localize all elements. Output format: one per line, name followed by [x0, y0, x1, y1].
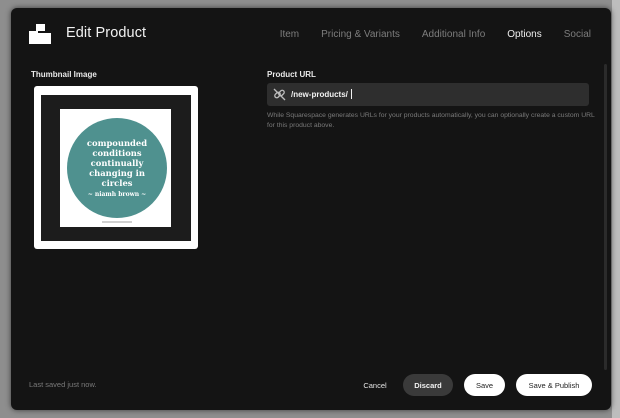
edit-product-dialog: Edit Product Item Pricing & Variants Add…: [11, 8, 611, 410]
cancel-button[interactable]: Cancel: [358, 374, 392, 396]
badge-author: ~ niamh brown ~: [87, 191, 147, 198]
product-url-label: Product URL: [267, 70, 316, 79]
dialog-header: Edit Product Item Pricing & Variants Add…: [11, 8, 611, 63]
tab-social[interactable]: Social: [564, 29, 591, 45]
product-url-help: While Squarespace generates URLs for you…: [267, 112, 595, 129]
thumbnail-label: Thumbnail Image: [31, 70, 97, 79]
dialog-title: Edit Product: [66, 25, 147, 41]
url-text: /new-products/: [291, 90, 348, 99]
tab-item[interactable]: Item: [280, 29, 299, 45]
badge-text-line: compounded: [86, 138, 148, 148]
discard-button[interactable]: Discard: [403, 374, 453, 396]
tab-bar: Item Pricing & Variants Additional Info …: [258, 29, 611, 45]
save-button[interactable]: Save: [464, 374, 505, 396]
thumbnail-image[interactable]: compounded conditions continually changi…: [34, 86, 198, 249]
badge-text-line: continually: [90, 158, 144, 168]
save-status: Last saved just now.: [29, 380, 97, 389]
tab-additional-info[interactable]: Additional Info: [422, 29, 485, 45]
text-caret: [350, 89, 352, 99]
card-footer-mark: [102, 221, 132, 223]
link-icon: [273, 88, 286, 101]
tab-pricing-variants[interactable]: Pricing & Variants: [321, 29, 400, 45]
thumbnail-badge: compounded conditions continually changi…: [67, 118, 167, 218]
page-backdrop-edge: [612, 0, 620, 418]
product-url-input[interactable]: /new-products/: [267, 83, 589, 106]
squarespace-stack-icon: [29, 24, 51, 44]
content-scrollbar[interactable]: [604, 64, 607, 370]
tab-options[interactable]: Options: [507, 29, 541, 45]
badge-text-line: circles: [101, 178, 133, 188]
badge-text-line: conditions: [92, 148, 142, 158]
badge-text-line: changing in: [89, 168, 145, 178]
product-url-value: /new-products/: [291, 89, 352, 99]
thumbnail-card: compounded conditions continually changi…: [60, 109, 171, 227]
save-publish-button[interactable]: Save & Publish: [516, 374, 592, 396]
thumbnail-frame: compounded conditions continually changi…: [41, 95, 191, 241]
